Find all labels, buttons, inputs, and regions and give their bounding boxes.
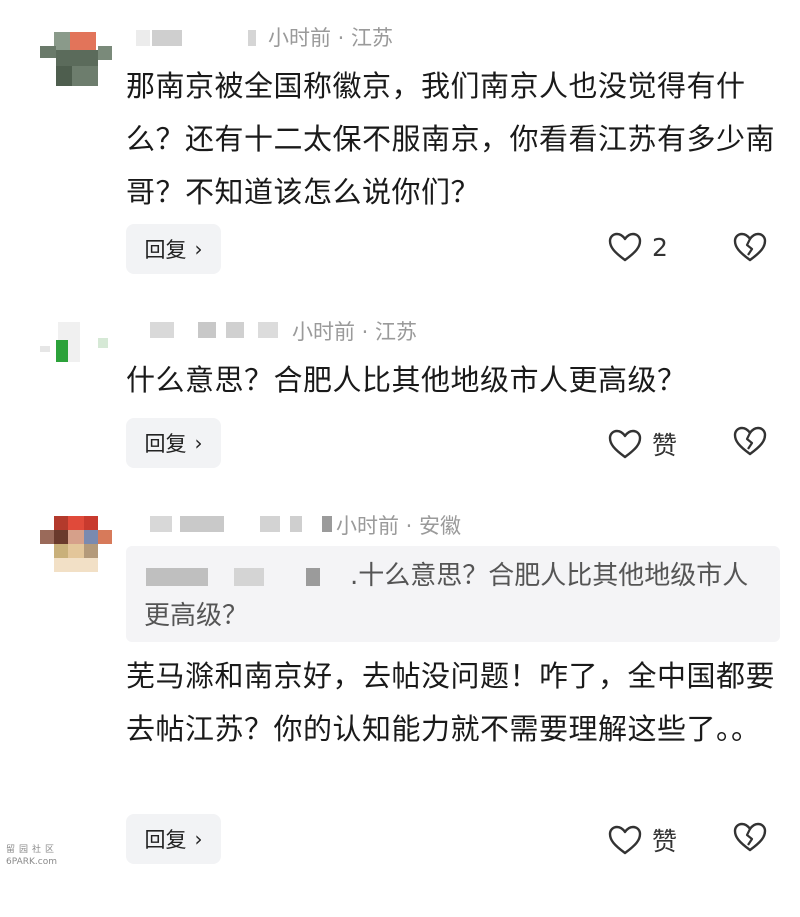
reply-label: 回复: [144, 432, 187, 456]
reply-label: 回复: [144, 828, 187, 852]
broken-heart-icon: [733, 232, 767, 262]
chevron-right-icon: ›: [194, 237, 203, 261]
chevron-right-icon: ›: [194, 827, 203, 851]
username-blurred[interactable]: [136, 30, 256, 46]
like-count: 2: [652, 232, 668, 262]
dislike-button[interactable]: [733, 822, 767, 856]
comment-meta: 小时前 · 安徽: [336, 514, 462, 538]
broken-heart-icon: [733, 822, 767, 852]
watermark-line-1: 留园社区: [6, 845, 59, 855]
reply-button[interactable]: 回复 ›: [126, 418, 221, 468]
heart-outline-icon: [608, 429, 642, 459]
quoted-comment[interactable]: .十么意思？合肥人比其他地级市人更高级？: [126, 546, 780, 642]
reply-button[interactable]: 回复 ›: [126, 814, 221, 864]
like-button[interactable]: 赞: [608, 822, 677, 858]
dislike-button[interactable]: [733, 232, 767, 266]
avatar[interactable]: [40, 28, 112, 88]
quoted-text: .十么意思？合肥人比其他地级市人更高级？: [144, 561, 749, 631]
comment-meta: 小时前 · 江苏: [268, 26, 394, 50]
username-blurred[interactable]: [150, 322, 280, 338]
heart-outline-icon: [608, 232, 642, 262]
reply-button[interactable]: 回复 ›: [126, 224, 221, 274]
heart-outline-icon: [608, 825, 642, 855]
comment-meta: 小时前 · 江苏: [292, 320, 418, 344]
chevron-right-icon: ›: [194, 431, 203, 455]
comment-text: 那南京被全国称徽京，我们南京人也没觉得有什么？还有十二太保不服南京，你看看江苏有…: [126, 69, 776, 209]
like-button[interactable]: 赞: [608, 426, 677, 462]
broken-heart-icon: [733, 426, 767, 456]
like-label: 赞: [652, 431, 678, 460]
comment-text: 什么意思？合肥人比其他地级市人更高级？: [126, 363, 687, 397]
comment-text: 芜马滁和南京好，去帖没问题！咋了，全中国都要去帖江苏？你的认知能力就不需要理解这…: [126, 659, 776, 746]
dislike-button[interactable]: [733, 426, 767, 460]
watermark: 留园社区 6PARK.com: [6, 844, 76, 868]
like-button[interactable]: 2: [608, 232, 668, 262]
like-label: 赞: [652, 827, 678, 856]
avatar[interactable]: [40, 516, 112, 576]
reply-label: 回复: [144, 238, 187, 262]
username-blurred[interactable]: [150, 516, 332, 532]
avatar[interactable]: [40, 322, 112, 382]
watermark-line-2: 6PARK.com: [6, 857, 57, 867]
